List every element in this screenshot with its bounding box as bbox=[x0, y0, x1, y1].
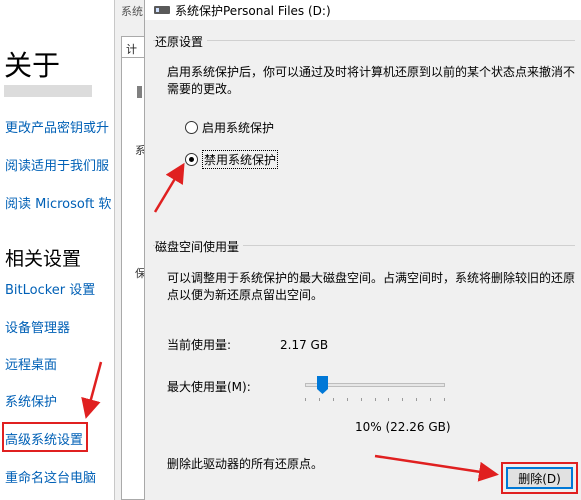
arrow-to-disable-radio bbox=[153, 162, 185, 213]
annotation-arrows bbox=[81, 162, 499, 482]
arrow-to-delete-button bbox=[374, 454, 499, 482]
arrow-to-advanced-settings bbox=[81, 361, 103, 419]
